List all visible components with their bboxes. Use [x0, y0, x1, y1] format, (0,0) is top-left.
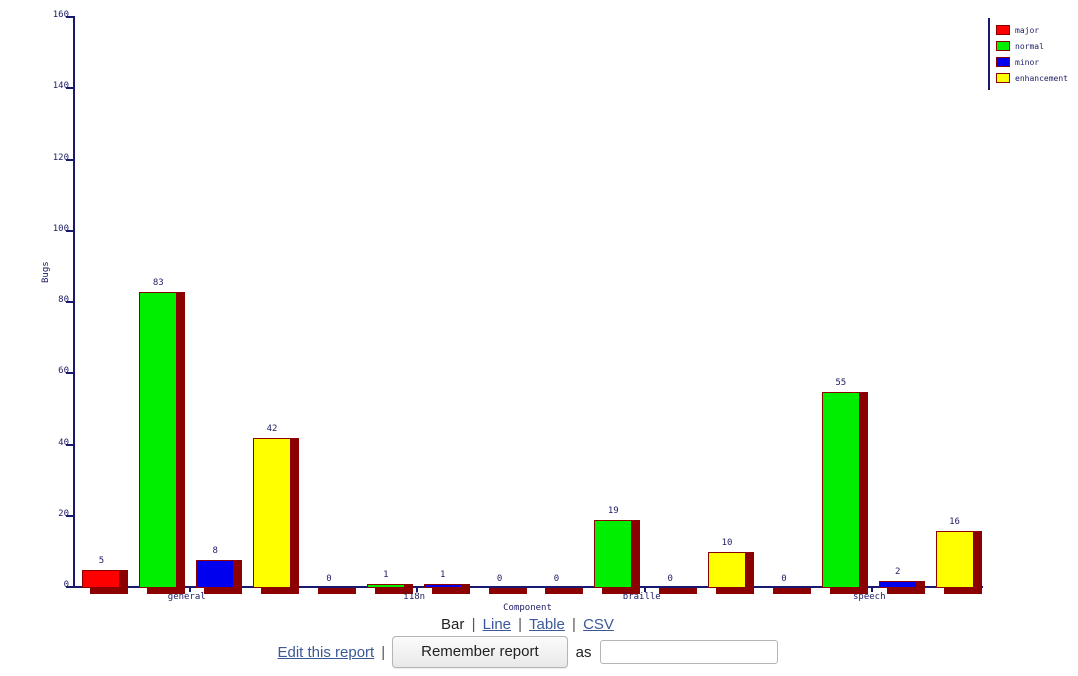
bar-value-label: 0 [781, 574, 787, 584]
bar-general-enhancement[interactable] [253, 438, 292, 588]
bar-value-label: 2 [894, 566, 901, 577]
y-tick-label: 20 [58, 508, 69, 519]
format-separator-2: | [518, 616, 523, 633]
format-csv-link[interactable]: CSV [583, 616, 614, 633]
legend-swatch-enhancement [996, 73, 1010, 83]
bar-value-label: 0 [553, 574, 560, 584]
y-tick-label: 60 [58, 366, 69, 377]
bar-value-label: 55 [835, 378, 847, 389]
bar-general-major[interactable] [82, 570, 121, 588]
bars-layer: 5 83 8 42 0 1 1 0 0 19 0 10 0 55 2 16 [73, 18, 983, 594]
format-separator-3: | [572, 616, 576, 633]
format-line-link[interactable]: Line [483, 616, 511, 633]
legend-label-normal: normal [1015, 41, 1044, 51]
y-tick-label: 40 [58, 437, 69, 448]
bar-shadow [317, 588, 356, 594]
bar-speech-enhancement[interactable] [935, 531, 974, 588]
bar-shadow [659, 588, 698, 594]
bar-value-label: 16 [949, 517, 960, 527]
format-bar-current: Bar [441, 616, 465, 633]
format-table-link[interactable]: Table [529, 616, 565, 633]
legend-label-major: major [1015, 25, 1040, 35]
bar-value-label: 5 [98, 556, 105, 567]
as-label: as [575, 643, 592, 661]
report-actions-bar: Edit this report | Remember report as [0, 636, 1055, 668]
x-group-label-speech: speech [852, 592, 886, 602]
bar-value-label: 0 [667, 574, 673, 584]
remember-report-button[interactable]: Remember report [392, 636, 568, 668]
x-group-label-braille: braille [622, 592, 661, 602]
report-separator: | [381, 643, 386, 661]
legend-swatch-major [996, 25, 1010, 35]
bar-speech-minor[interactable] [878, 580, 917, 588]
report-name-input[interactable] [599, 640, 778, 664]
bar-shadow [545, 588, 584, 594]
bar-general-normal[interactable] [139, 292, 178, 588]
bar-general-minor[interactable] [196, 559, 235, 588]
format-separator-1: | [471, 616, 476, 633]
y-tick-label: 100 [52, 223, 69, 234]
bar-braille-enhancement[interactable] [708, 552, 747, 588]
legend-swatch-normal [996, 41, 1010, 51]
bar-shadow [772, 588, 811, 594]
bar-value-label: 0 [496, 574, 503, 584]
bar-value-label: 1 [383, 570, 389, 581]
y-tick-label: 140 [52, 81, 69, 92]
bug-chart: Bugs 0 20 40 60 80 100 120 140 160 5 83 8 42 0 1 1 0 0 19… [0, 0, 1078, 602]
x-group-label-i18n: i18n [403, 592, 426, 602]
x-group-label-general: general [167, 592, 206, 602]
bar-i18n-normal[interactable] [366, 584, 405, 588]
legend-item-minor[interactable]: minor [996, 54, 1076, 70]
format-links: Bar | Line | Table | CSV [0, 616, 1055, 633]
bar-value-label: 1 [439, 570, 446, 581]
bar-braille-normal[interactable] [594, 520, 633, 588]
x-axis-title: Component [503, 603, 552, 613]
bar-value-label: 8 [212, 545, 218, 556]
y-tick-label: 160 [52, 10, 69, 20]
legend-item-normal[interactable]: normal [996, 38, 1076, 54]
legend: major normal minor enhancement [988, 18, 1076, 90]
edit-this-report-link[interactable]: Edit this report [277, 644, 374, 661]
legend-item-enhancement[interactable]: enhancement [996, 70, 1076, 86]
legend-label-enhancement: enhancement [1015, 73, 1068, 83]
y-tick-label: 0 [63, 580, 69, 590]
bar-value-label: 19 [607, 506, 619, 517]
bar-value-label: 0 [326, 574, 332, 584]
bar-value-label: 10 [721, 538, 733, 549]
bar-value-label: 83 [152, 278, 164, 289]
bar-shadow [488, 588, 527, 594]
legend-label-minor: minor [1015, 57, 1040, 67]
y-tick-label: 80 [58, 295, 69, 305]
y-tick-label: 120 [52, 152, 69, 163]
bar-value-label: 42 [266, 424, 278, 435]
legend-swatch-minor [996, 57, 1010, 67]
bar-speech-normal[interactable] [821, 392, 860, 588]
legend-item-major[interactable]: major [996, 22, 1076, 38]
y-axis-title: Bugs [41, 261, 51, 283]
bar-i18n-minor[interactable] [423, 584, 462, 588]
